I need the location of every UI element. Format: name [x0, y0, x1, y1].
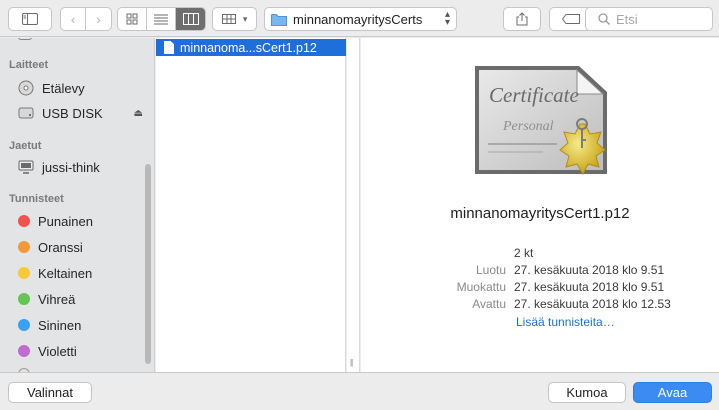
sidebar-item-etalevy[interactable]: Etälevy [18, 78, 143, 98]
sidebar-tag-violet[interactable]: Violetti [18, 341, 143, 361]
drive-icon [18, 107, 34, 119]
sidebar-tag-blue[interactable]: Sininen [18, 315, 143, 335]
modified-label: Muokattu [456, 280, 506, 294]
tag-dot-icon [18, 293, 30, 305]
sidebar: Laitteet Etälevy USB DISK ⏏ Jaetut jussi… [0, 38, 155, 372]
sidebar-item-label: Sininen [38, 317, 82, 333]
sidebar-header-shared: Jaetut [9, 140, 42, 152]
nav-buttons: ‹ › [60, 7, 112, 31]
sidebar-tag-yellow[interactable]: Keltainen [18, 263, 143, 283]
sidebar-item-label: USB DISK [42, 105, 103, 121]
search-field[interactable]: Etsi [585, 7, 713, 31]
created-label: Luotu [475, 263, 506, 277]
share-button[interactable] [503, 7, 541, 31]
tag-dot-icon [18, 319, 30, 331]
add-tags-link[interactable]: Lisää tunnisteita… [516, 315, 615, 329]
grid-icon [126, 13, 138, 25]
created-row: Luotu [361, 263, 506, 279]
forward-button[interactable]: › [86, 8, 111, 30]
file-size: 2 kt [514, 246, 534, 260]
sidebar-item-label: Vihreä [38, 291, 76, 307]
column-resize-handle[interactable]: || [350, 358, 353, 367]
options-button[interactable]: Valinnat [8, 382, 92, 403]
personal-label: Personal [502, 119, 554, 134]
preview-pane: Certificate Personal minnanomayritysCert… [361, 38, 719, 372]
empty-column: || [347, 38, 360, 372]
group-grid-icon [221, 14, 236, 24]
sidebar-item-label: Violetti [38, 343, 77, 359]
file-column: minnanoma...sCert1.p12 [156, 38, 346, 372]
bottom-bar: Valinnat Kumoa Avaa [0, 372, 719, 410]
eject-icon[interactable]: ⏏ [134, 108, 143, 119]
sidebar-item-label: jussi-think [42, 159, 100, 175]
list-view-button[interactable] [147, 8, 176, 30]
sidebar-item-label: Etälevy [42, 80, 85, 96]
group-by-button[interactable]: ▾ [212, 7, 257, 31]
share-icon [516, 12, 528, 26]
chevron-right-icon: › [96, 11, 101, 27]
list-icon [154, 14, 168, 24]
sidebar-icon [22, 13, 38, 25]
certificate-icon: Certificate Personal [473, 62, 609, 181]
computer-icon [18, 160, 34, 174]
tag-dot-icon [18, 241, 30, 253]
tag-dot-icon [18, 345, 30, 357]
sidebar-tag-orange[interactable]: Oranssi [18, 237, 143, 257]
opened-row: Avattu [361, 297, 506, 313]
sidebar-scrollbar[interactable] [145, 164, 151, 364]
search-placeholder: Etsi [616, 11, 638, 27]
location-label: minnanomayritysCerts [293, 11, 423, 27]
disc-icon [18, 80, 34, 96]
sidebar-tag-red[interactable]: Punainen [18, 211, 143, 231]
cut-off-item-icon [18, 38, 32, 40]
modified-value: 27. kesäkuuta 2018 klo 9.51 [514, 280, 665, 294]
cancel-button[interactable]: Kumoa [548, 382, 626, 403]
sidebar-item-label: Keltainen [38, 265, 93, 281]
location-popup[interactable]: minnanomayritysCerts ▴ ▾ [264, 7, 457, 31]
back-button[interactable]: ‹ [61, 8, 86, 30]
chevron-left-icon: ‹ [70, 11, 76, 27]
file-row-selected[interactable]: minnanoma...sCert1.p12 [156, 39, 346, 56]
opened-label: Avattu [472, 297, 506, 311]
search-icon [598, 13, 610, 25]
icon-view-button[interactable] [118, 8, 147, 30]
sidebar-item-jussi-think[interactable]: jussi-think [18, 157, 143, 177]
created-value: 27. kesäkuuta 2018 klo 9.51 [514, 263, 665, 277]
sidebar-item-label: Oranssi [38, 239, 83, 255]
sidebar-header-tags: Tunnisteet [9, 193, 64, 205]
certificate-label: Certificate [489, 83, 579, 107]
view-mode-selector [117, 7, 206, 31]
sidebar-toggle-button[interactable] [8, 7, 52, 31]
document-icon [164, 41, 174, 54]
tag-dot-icon [18, 215, 30, 227]
toolbar: ‹ › ▾ minnanomayritysCerts ▴ ▾ Etsi [0, 0, 719, 37]
file-name: minnanoma...sCert1.p12 [180, 40, 317, 55]
chevron-down-icon: ▾ [242, 13, 248, 24]
tag-dot-icon [18, 267, 30, 279]
columns-icon [182, 13, 199, 25]
column-view-button[interactable] [176, 8, 205, 30]
modified-row: Muokattu [361, 280, 506, 296]
tag-icon [562, 14, 580, 24]
sidebar-tag-green[interactable]: Vihreä [18, 289, 143, 309]
sidebar-item-label: Punainen [38, 213, 93, 229]
sidebar-header-devices: Laitteet [9, 59, 49, 71]
folder-icon [271, 13, 287, 26]
opened-value: 27. kesäkuuta 2018 klo 12.53 [514, 297, 671, 311]
open-button[interactable]: Avaa [633, 382, 712, 403]
updown-chevron-icon: ▴ ▾ [444, 9, 450, 28]
preview-filename: minnanomayritysCert1.p12 [450, 205, 630, 222]
sidebar-item-usb-disk[interactable]: USB DISK ⏏ [18, 103, 143, 123]
